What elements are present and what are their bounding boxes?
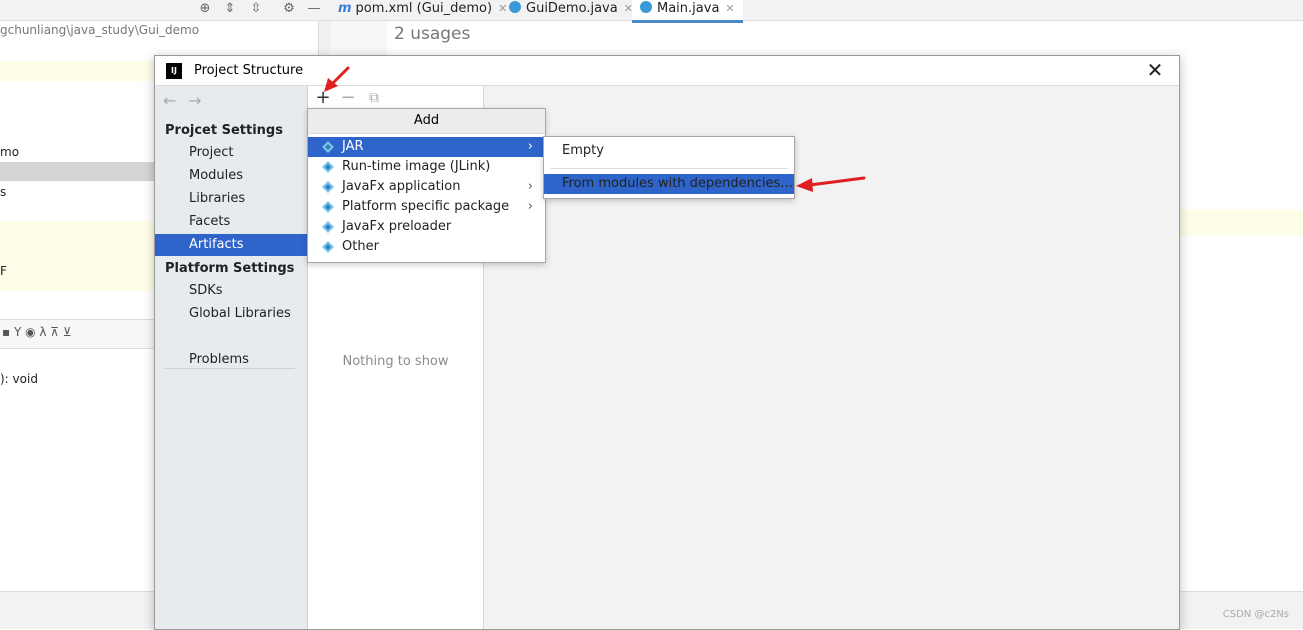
maven-icon: m: [338, 1, 352, 16]
chevron-right-icon: ›: [527, 179, 533, 194]
popup-header: Add: [308, 109, 545, 134]
menu-item-jar[interactable]: JAR ›: [308, 137, 545, 157]
intellij-logo: IJ: [166, 63, 182, 79]
forward-arrow-icon[interactable]: →: [188, 91, 201, 110]
tree-highlight: [0, 61, 154, 81]
submenu-item-from-modules[interactable]: From modules with dependencies...: [544, 174, 794, 194]
tree-row[interactable]: s: [0, 182, 6, 202]
collapse-all-icon[interactable]: ⇳: [247, 0, 265, 18]
minimize-icon[interactable]: —: [305, 0, 323, 18]
annotation-arrow-icon: [324, 66, 350, 92]
menu-item-other[interactable]: Other: [308, 237, 545, 257]
gear-icon[interactable]: ⚙: [280, 0, 298, 18]
empty-state-text: Nothing to show: [342, 354, 449, 369]
sidebar-item-problems[interactable]: Problems: [155, 349, 307, 371]
sidebar-item-modules[interactable]: Modules: [155, 165, 307, 187]
chevron-right-icon: ›: [527, 199, 533, 214]
add-artifact-popup: Add JAR › Run-time image (JLink) JavaFx …: [307, 108, 546, 263]
copy-artifact-button[interactable]: ⧉: [364, 88, 384, 108]
close-tab-icon[interactable]: ✕: [498, 2, 507, 15]
locate-icon[interactable]: ⊕: [196, 0, 214, 18]
sidebar-item-sdks[interactable]: SDKs: [155, 280, 307, 302]
sidebar-item-project[interactable]: Project: [155, 142, 307, 164]
artifact-icon: [322, 221, 334, 233]
project-path: gchunliang\java_study\Gui_demo: [0, 23, 200, 37]
tab-pom-xml[interactable]: m pom.xml (Gui_demo) ✕: [338, 0, 507, 20]
expand-all-icon[interactable]: ⇕: [221, 0, 239, 18]
artifact-icon: [322, 141, 334, 153]
sidebar-item-global-libraries[interactable]: Global Libraries: [155, 303, 307, 325]
artifact-icon: [322, 241, 334, 253]
artifact-icon: [322, 181, 334, 193]
submenu-divider: [550, 168, 788, 169]
tree-highlight: [0, 221, 154, 291]
sidebar-item-artifacts[interactable]: Artifacts: [155, 234, 307, 256]
back-arrow-icon[interactable]: ←: [163, 91, 176, 110]
submenu-item-empty[interactable]: Empty: [544, 141, 794, 161]
artifact-icon: [322, 201, 334, 213]
close-tab-icon[interactable]: ✕: [725, 2, 734, 15]
tab-guidemo-java[interactable]: GuiDemo.java ✕: [509, 0, 633, 20]
menu-item-javafx-preloader[interactable]: JavaFx preloader: [308, 217, 545, 237]
tree-selected-row[interactable]: [0, 162, 154, 181]
usages-hint[interactable]: 2 usages: [394, 24, 470, 44]
sidebar-item-facets[interactable]: Facets: [155, 211, 307, 233]
editor-line-highlight: [1178, 210, 1303, 236]
watermark: CSDN @c2Ns: [1222, 609, 1289, 620]
java-class-icon: [509, 1, 521, 13]
jar-submenu: Empty From modules with dependencies...: [543, 136, 795, 199]
tab-main-java[interactable]: Main.java ✕: [632, 0, 743, 23]
tree-row[interactable]: mo: [0, 142, 19, 162]
settings-sidebar: ← → Projcet Settings Project Modules Lib…: [155, 86, 308, 629]
dialog-title: Project Structure: [194, 63, 304, 78]
close-icon[interactable]: ✕: [1143, 59, 1167, 81]
java-class-icon: [640, 1, 652, 13]
sidebar-item-libraries[interactable]: Libraries: [155, 188, 307, 210]
tree-row[interactable]: F: [0, 261, 7, 281]
platform-settings-header: Platform Settings: [165, 261, 295, 276]
menu-item-platform-specific-package[interactable]: Platform specific package ›: [308, 197, 545, 217]
annotation-arrow-icon: [796, 176, 866, 192]
artifact-icon: [322, 161, 334, 173]
structure-row[interactable]: ): void: [0, 369, 38, 389]
project-settings-header: Projcet Settings: [165, 123, 283, 138]
menu-item-runtime-image[interactable]: Run-time image (JLink): [308, 157, 545, 177]
dialog-titlebar[interactable]: IJ Project Structure ✕: [155, 56, 1179, 86]
chevron-right-icon: ›: [527, 139, 533, 154]
menu-item-javafx-application[interactable]: JavaFx application ›: [308, 177, 545, 197]
sort-icons[interactable]: ▪ Y ◉ λ ⊼ ⊻: [2, 325, 72, 339]
